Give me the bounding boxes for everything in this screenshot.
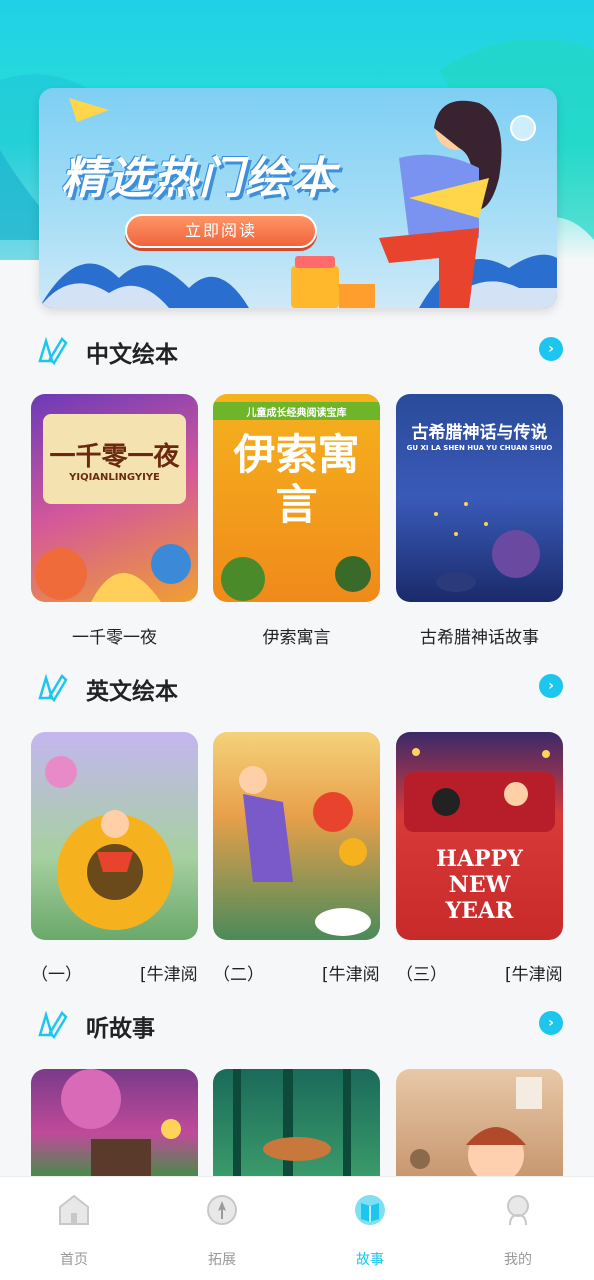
cover-text: HAPPY NEW YEAR (436, 846, 523, 924)
bottom-tab-bar: 首页 拓展 故事 我的 (0, 1176, 594, 1280)
cover-title: 伊索寓言 (233, 430, 360, 529)
read-now-button[interactable]: 立即阅读 (125, 214, 317, 248)
tab-label: 首页 (60, 1252, 88, 1268)
book-cover[interactable] (31, 732, 198, 940)
more-arrow-icon[interactable]: › (539, 337, 563, 361)
hero-banner[interactable]: 精选热门绘本 立即阅读 (39, 88, 557, 308)
pencil-ruler-icon (38, 673, 68, 702)
pencil-ruler-icon (38, 336, 68, 365)
book-series[interactable]: [牛津阅 (140, 960, 198, 985)
tab-home[interactable]: 首页 (0, 1177, 148, 1280)
book-volume[interactable]: （二） (213, 960, 273, 985)
story-cover[interactable] (213, 1069, 380, 1176)
book-volume[interactable]: （三） (396, 960, 456, 985)
section-title: 中文绘本 (86, 342, 178, 368)
book-series[interactable]: [牛津阅 (505, 960, 563, 985)
story-cover[interactable] (396, 1069, 563, 1176)
book-title[interactable]: 古希腊神话故事 (396, 623, 563, 648)
book-icon (355, 1195, 385, 1225)
section-title: 听故事 (86, 1016, 155, 1042)
book-title[interactable]: 伊索寓言 (213, 623, 380, 648)
book-cover[interactable]: HAPPY NEW YEAR (396, 732, 563, 940)
cover-title: 一千零一夜 (49, 442, 180, 472)
pencil-ruler-icon (38, 1010, 68, 1039)
more-arrow-icon[interactable]: › (539, 674, 563, 698)
tab-mine[interactable]: 我的 (444, 1177, 592, 1280)
book-cover[interactable] (213, 732, 380, 940)
cover-title: 古希腊神话与传说 (411, 423, 548, 443)
section-header-stories: 听故事 › (36, 1005, 563, 1042)
cover-subtitle: YIQIANLINGYIYE (69, 472, 160, 483)
tab-label: 我的 (504, 1252, 532, 1268)
section-title: 英文绘本 (86, 679, 178, 705)
book-cover[interactable]: 古希腊神话与传说 GU XI LA SHEN HUA YU CHUAN SHUO (396, 394, 563, 602)
book-cover[interactable]: 儿童成长经典阅读宝库 伊索寓言 (213, 394, 380, 602)
compass-icon (207, 1195, 237, 1225)
tab-stories[interactable]: 故事 (296, 1177, 444, 1280)
book-series[interactable]: [牛津阅 (322, 960, 380, 985)
banner-title: 精选热门绘本 (61, 153, 337, 204)
home-icon (59, 1194, 89, 1225)
tab-label: 故事 (356, 1252, 384, 1268)
tab-extend[interactable]: 拓展 (148, 1177, 296, 1280)
cover-subtitle: GU XI LA SHEN HUA YU CHUAN SHUO (406, 444, 553, 452)
book-cover[interactable]: 一千零一夜 YIQIANLINGYIYE (31, 394, 198, 602)
section-header-chinese: 中文绘本 › (36, 331, 563, 368)
user-icon (507, 1195, 529, 1226)
cover-subtitle: 儿童成长经典阅读宝库 (246, 408, 347, 419)
section-header-english: 英文绘本 › (36, 668, 563, 705)
book-volume[interactable]: （一） (31, 960, 91, 985)
book-title[interactable]: 一千零一夜 (31, 623, 198, 648)
story-cover[interactable] (31, 1069, 198, 1176)
tab-label: 拓展 (208, 1252, 236, 1268)
more-arrow-icon[interactable]: › (539, 1011, 563, 1035)
